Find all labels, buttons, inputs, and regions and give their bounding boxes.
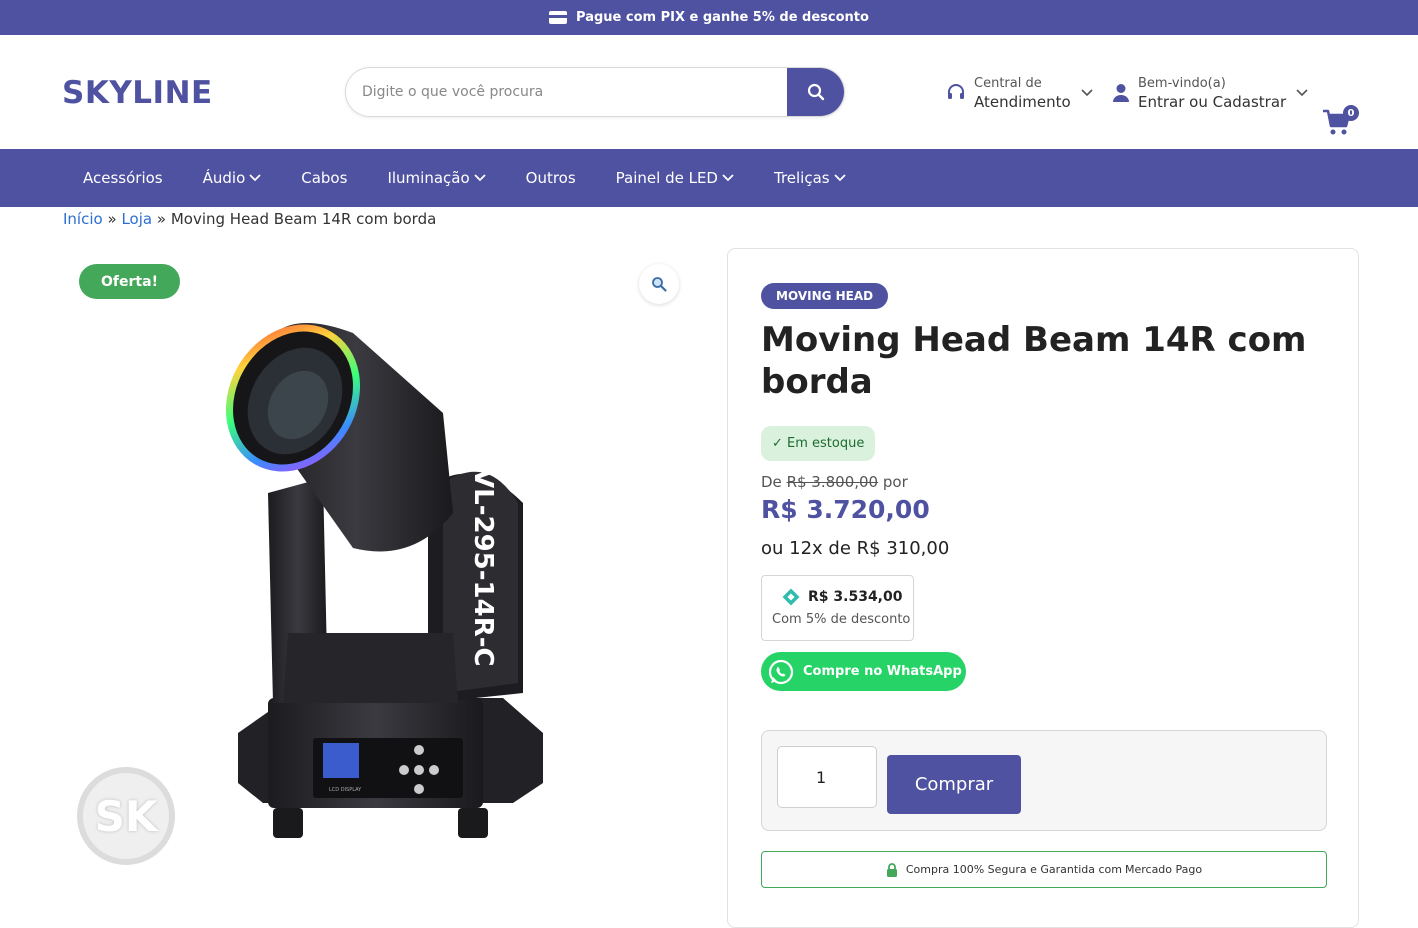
breadcrumb: Início » Loja » Moving Head Beam 14R com…	[63, 210, 436, 228]
breadcrumb-shop-link[interactable]: Loja	[121, 210, 152, 228]
user-icon	[1113, 84, 1129, 102]
product-image[interactable]: LCD DISPLAY VL-295-14R-C	[213, 303, 553, 843]
promo-text: Pague com PIX e ganhe 5% de desconto	[576, 10, 869, 25]
support-menu[interactable]: Central de Atendimento	[946, 75, 1093, 111]
credit-card-icon	[549, 11, 568, 24]
nav-item-label: Treliças	[773, 169, 830, 187]
old-price-suffix: por	[882, 473, 908, 491]
nav-item-cabos[interactable]: Cabos	[281, 149, 367, 207]
lock-icon	[886, 862, 897, 877]
nav-item-acessorios[interactable]: Acessórios	[63, 149, 183, 207]
zoom-button[interactable]	[639, 264, 679, 304]
product-title: Moving Head Beam 14R com borda	[761, 320, 1307, 402]
nav-item-label: Painel de LED	[615, 169, 718, 187]
pix-price: R$ 3.534,00	[808, 589, 903, 605]
account-small-label: Bem-vindo(a)	[1138, 76, 1226, 91]
nav-item-label: Acessórios	[83, 169, 163, 187]
account-big-label: Entrar ou Cadastrar	[1138, 93, 1287, 111]
magnifier-icon	[652, 277, 667, 292]
category-badge[interactable]: MOVING HEAD	[761, 283, 889, 309]
nav-item-label: Iluminação	[387, 169, 470, 187]
headset-icon	[948, 84, 964, 99]
breadcrumb-separator: »	[156, 210, 167, 228]
breadcrumb-separator: »	[107, 210, 117, 228]
chevron-down-icon	[474, 174, 486, 182]
sale-badge: Oferta!	[79, 264, 180, 299]
quantity-input[interactable]	[777, 746, 877, 808]
breadcrumb-current: Moving Head Beam 14R com borda	[170, 210, 437, 228]
chevron-down-icon	[249, 174, 261, 182]
whatsapp-button-label: Compre no WhatsApp	[803, 664, 962, 679]
search-input[interactable]	[346, 68, 786, 116]
nav-item-painel-de-led[interactable]: Painel de LED	[596, 149, 754, 207]
nav-item-audio[interactable]: Áudio	[183, 149, 282, 207]
nav-item-outros[interactable]: Outros	[506, 149, 596, 207]
device-label: VL-295-14R-C	[468, 468, 498, 667]
product-summary: MOVING HEAD Moving Head Beam 14R com bor…	[727, 248, 1359, 928]
site-header: SKYLINE Central de Atendimento Bem-vindo…	[0, 35, 1418, 149]
mercado-pago-brand: Mercado Pago	[1124, 863, 1203, 876]
search-bar	[345, 67, 845, 117]
search-icon	[807, 83, 824, 101]
support-big-label: Atendimento	[974, 93, 1071, 111]
nav-item-label: Cabos	[301, 169, 348, 187]
breadcrumb-home-link[interactable]: Início	[63, 210, 103, 228]
support-small-label: Central de	[974, 76, 1042, 91]
old-price-line: De R$ 3.800,00 por	[761, 473, 908, 491]
secure-text: Compra 100% Segura e Garantida com	[905, 863, 1122, 876]
nav-item-label: Outros	[525, 169, 576, 187]
purchase-box: Comprar	[761, 730, 1327, 831]
stock-status-badge: ✓ Em estoque	[761, 426, 876, 461]
chevron-down-icon	[1081, 89, 1093, 97]
chevron-down-icon	[722, 174, 734, 182]
display-label: LCD DISPLAY	[329, 787, 362, 793]
whatsapp-buy-button[interactable]: Compre no WhatsApp	[761, 652, 966, 691]
search-button[interactable]	[787, 68, 844, 116]
nav-item-trelicas[interactable]: Treliças	[754, 149, 866, 207]
old-price-prefix: De	[761, 473, 782, 491]
nav-item-iluminacao[interactable]: Iluminação	[367, 149, 505, 207]
chevron-down-icon	[833, 174, 846, 182]
whatsapp-icon	[768, 659, 794, 684]
pix-price-box: R$ 3.534,00 Com 5% de desconto	[761, 575, 914, 641]
site-logo[interactable]: SKYLINE	[62, 75, 213, 111]
pix-icon	[782, 588, 800, 606]
old-price: R$ 3.800,00	[786, 473, 879, 491]
installment-text: ou 12x de R$ 310,00	[761, 538, 950, 559]
store-watermark-logo: SK	[77, 767, 175, 865]
buy-button[interactable]: Comprar	[887, 755, 1021, 814]
pix-discount-text: Com 5% de desconto	[772, 612, 911, 627]
promo-topbar: Pague com PIX e ganhe 5% de desconto	[0, 0, 1418, 35]
product-gallery: Oferta! LCD DISPLAY VL-295-14R-C SK	[63, 248, 703, 900]
secure-purchase-banner: Compra 100% Segura e Garantida com Merca…	[761, 851, 1327, 888]
chevron-down-icon	[1296, 89, 1308, 97]
current-price: R$ 3.720,00	[761, 495, 930, 524]
nav-item-label: Áudio	[202, 169, 246, 187]
account-menu[interactable]: Bem-vindo(a) Entrar ou Cadastrar	[1112, 75, 1308, 111]
cart-count-badge: 0	[1343, 105, 1359, 121]
main-nav: Acessórios Áudio Cabos Iluminação Outros…	[0, 149, 1418, 207]
